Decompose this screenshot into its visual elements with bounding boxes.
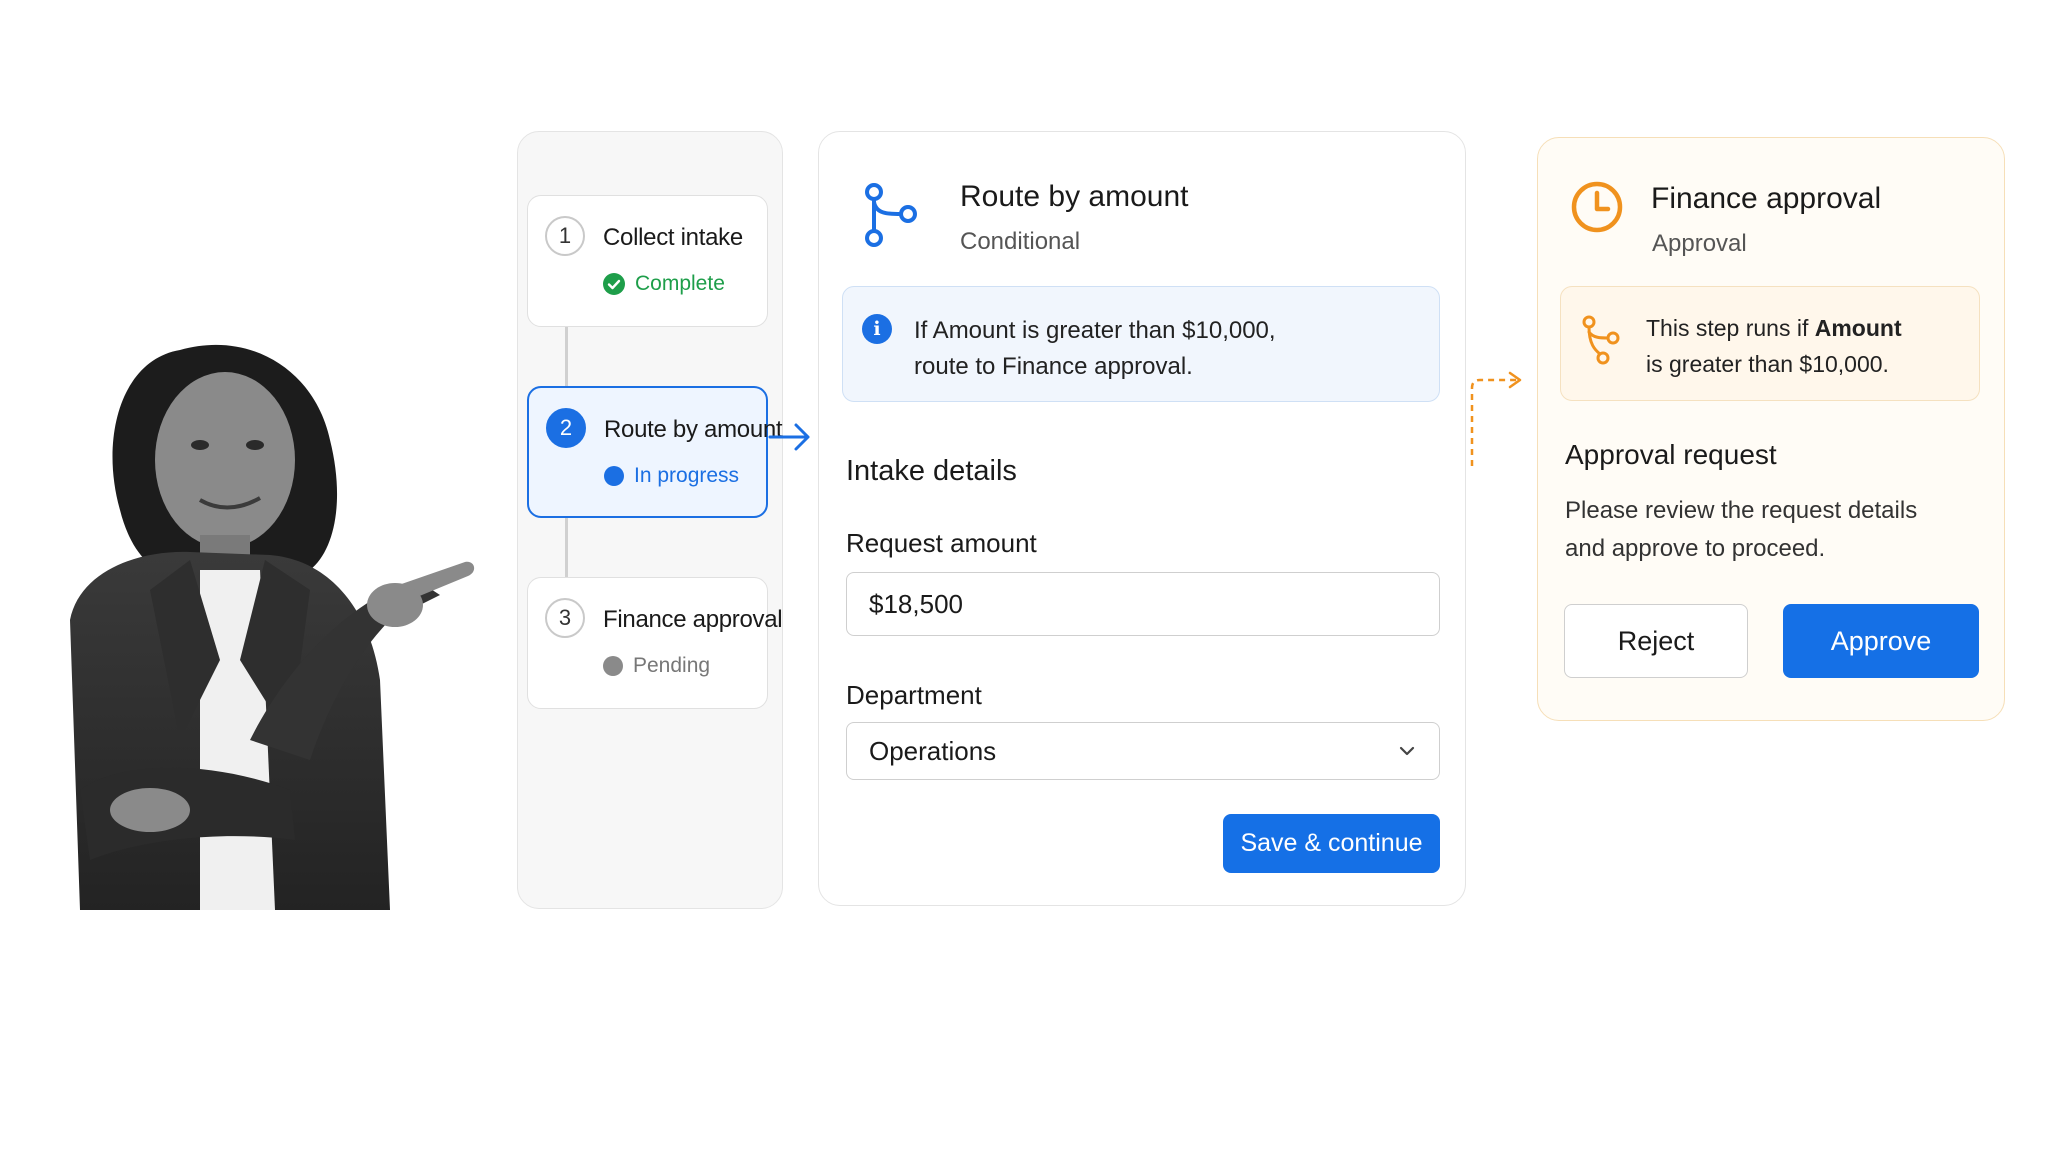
step-status-label: In progress: [634, 464, 740, 487]
pending-dot-icon: [603, 656, 623, 676]
route-subtitle: Conditional: [960, 228, 1081, 255]
approval-request-heading: Approval request: [1565, 439, 1777, 470]
step-status-label: Pending: [633, 654, 711, 677]
step-card-collect-intake[interactable]: 1 Collect intake Complete: [527, 195, 768, 327]
chevron-down-icon: [1399, 746, 1415, 756]
condition-info-line: route to Finance approval.: [914, 353, 1193, 380]
step-title: Finance approval: [603, 606, 783, 633]
step-status: Complete: [603, 272, 725, 296]
step-number: 3: [545, 598, 585, 638]
request-amount-value: $18,500: [869, 588, 963, 619]
approval-request-description: Please review the request details and ap…: [1565, 497, 1918, 562]
condition-info-line: If Amount is greater than $10,000,: [914, 317, 1276, 344]
finance-subtitle: Approval: [1652, 230, 1747, 257]
department-value: Operations: [869, 735, 997, 766]
department-label: Department: [846, 680, 982, 710]
department-select[interactable]: Operations: [846, 722, 1440, 780]
step-status: Pending: [603, 654, 710, 678]
arrow-right-icon: [768, 423, 810, 451]
condition-line: This step runs if Amount: [1646, 310, 1902, 346]
step-status-label: Complete: [635, 272, 725, 295]
condition-suffix: is greater than $10,000.: [1646, 351, 1889, 377]
check-circle-icon: [603, 273, 625, 295]
clock-icon: [1571, 181, 1623, 233]
request-amount-label: Request amount: [846, 528, 1037, 558]
condition-info-text: If Amount is greater than $10,000, route…: [914, 313, 1276, 385]
save-continue-button[interactable]: Save & continue: [1223, 814, 1440, 873]
dashed-arrow-icon: [1470, 371, 1522, 466]
step-title: Route by amount: [604, 416, 783, 443]
step-status: In progress: [604, 464, 739, 488]
condition-prefix: This step runs if: [1646, 315, 1815, 341]
step-number: 1: [545, 216, 585, 256]
approve-button[interactable]: Approve: [1783, 604, 1979, 678]
step-number: 2: [546, 408, 586, 448]
condition-field: Amount: [1814, 315, 1902, 341]
condition-text: This step runs if Amount is greater than…: [1646, 310, 1902, 382]
person-illustration: [70, 344, 475, 910]
route-title: Route by amount: [960, 180, 1189, 213]
request-amount-input[interactable]: $18,500: [846, 572, 1440, 636]
info-icon: i: [862, 314, 892, 344]
workflow-stage: 1 Collect intake Complete 2 Route by amo…: [0, 0, 2048, 1152]
step-connector: [565, 518, 568, 578]
step-card-route-by-amount[interactable]: 2 Route by amount In progress: [527, 386, 783, 518]
intake-details-heading: Intake details: [846, 455, 1017, 487]
branch-icon: [865, 183, 917, 247]
reject-button[interactable]: Reject: [1564, 604, 1748, 678]
in-progress-dot-icon: [604, 466, 624, 486]
step-title: Collect intake: [603, 224, 743, 251]
finance-title: Finance approval: [1651, 182, 1882, 215]
branch-icon: [1582, 315, 1620, 365]
step-card-finance-approval[interactable]: 3 Finance approval Pending: [527, 577, 783, 709]
